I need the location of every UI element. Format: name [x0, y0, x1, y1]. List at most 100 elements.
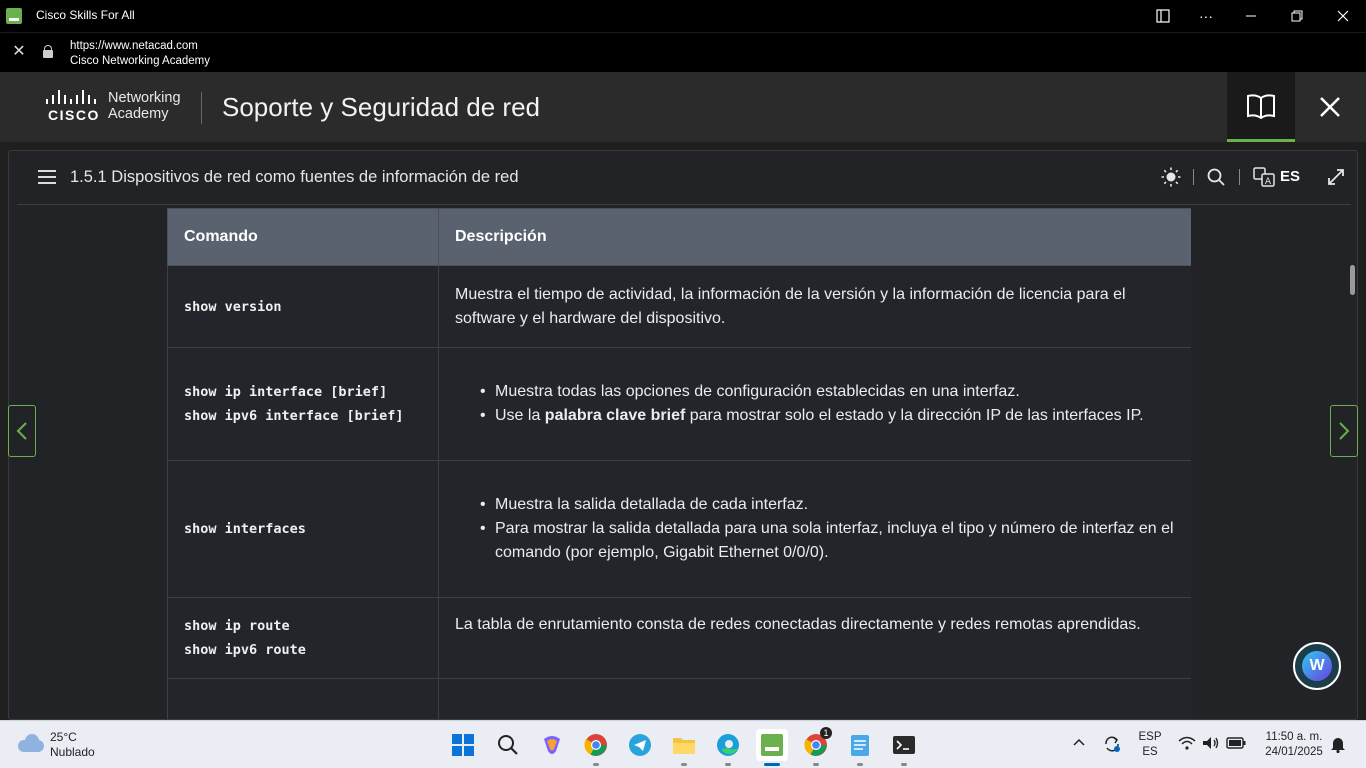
window-close-button[interactable]	[1320, 0, 1366, 32]
course-header: CISCO Networking Academy Soporte y Segur…	[0, 72, 1366, 142]
start-button[interactable]	[447, 729, 479, 761]
list-item: Para mostrar la salida detallada para un…	[480, 517, 1175, 565]
taskbar: 25°C Nublado 1 ESP ES 11:50 a. m. 24/01/…	[0, 720, 1366, 768]
edge-icon	[717, 734, 739, 756]
language-line-2: ES	[1142, 746, 1158, 758]
url-text[interactable]: https://www.netacad.com Cisco Networking…	[70, 39, 210, 69]
site-name: Cisco Networking Academy	[70, 55, 210, 67]
clock[interactable]: 11:50 a. m. 24/01/2025	[1256, 730, 1332, 760]
copilot-icon	[544, 736, 560, 754]
previous-page-button[interactable]	[8, 405, 36, 457]
cloud-icon[interactable]	[18, 734, 44, 752]
next-page-button[interactable]	[1330, 405, 1358, 457]
webex-icon: W	[1302, 651, 1332, 681]
window-title: Cisco Skills For All	[36, 8, 135, 22]
chrome-button[interactable]	[580, 729, 612, 766]
more-options-icon[interactable]: ···	[1183, 0, 1229, 32]
table-row: show ip route show ipv6 route La tabla d…	[167, 597, 1191, 679]
svg-text:A: A	[1265, 177, 1272, 187]
weather-widget[interactable]: 25°C Nublado	[50, 730, 95, 760]
notification-badge: 1	[820, 727, 832, 739]
description-text: Muestra el tiempo de actividad, la infor…	[455, 285, 1126, 327]
close-icon	[1320, 97, 1340, 117]
skills-for-all-button[interactable]	[756, 729, 788, 766]
url-bar: ✕ https://www.netacad.com Cisco Networki…	[0, 32, 1366, 72]
battery-icon[interactable]	[1226, 736, 1246, 755]
skills-for-all-icon	[761, 734, 783, 756]
description-cell: Muestra la salida detallada de cada inte…	[438, 460, 1191, 598]
chevron-left-icon	[16, 422, 27, 440]
table-row: show ip interface [brief] show ipv6 inte…	[167, 347, 1191, 461]
close-course-button[interactable]	[1300, 72, 1360, 142]
description-list: Muestra la salida detallada de cada inte…	[455, 493, 1175, 565]
volume-icon[interactable]	[1202, 736, 1220, 755]
cisco-logo[interactable]: CISCO	[44, 90, 104, 124]
description-text: La tabla de enrutamiento consta de redes…	[455, 616, 1141, 633]
terminal-button[interactable]	[888, 729, 920, 766]
toolbar-separator	[1239, 169, 1240, 185]
description-cell	[438, 678, 1191, 719]
translate-icon[interactable]: A	[1252, 165, 1276, 189]
language-selector[interactable]: ES	[1280, 168, 1300, 185]
list-item: Muestra todas las opciones de configurac…	[480, 380, 1175, 404]
book-icon	[1247, 93, 1275, 119]
weather-temperature: 25°C	[50, 730, 77, 744]
content-panel: 1.5.1 Dispositivos de red como fuentes d…	[8, 150, 1358, 720]
brand-line-1: Networking	[108, 90, 181, 106]
command-text: show ipv6 interface [brief]	[184, 408, 404, 424]
telegram-button[interactable]	[624, 729, 656, 761]
cisco-bars-icon	[46, 90, 96, 104]
telegram-icon	[629, 734, 651, 756]
weather-description: Nublado	[50, 745, 95, 759]
topic-bar: 1.5.1 Dispositivos de red como fuentes d…	[17, 151, 1351, 205]
edge-button[interactable]	[712, 729, 744, 766]
close-icon[interactable]: ✕	[10, 43, 28, 61]
theme-toggle-icon[interactable]	[1159, 165, 1183, 189]
chevron-up-icon	[1073, 738, 1085, 746]
terminal-icon	[893, 736, 915, 754]
language-line-1: ESP	[1138, 731, 1162, 743]
show-hidden-icons[interactable]	[1072, 737, 1086, 752]
table-row: show version Muestra el tiempo de activi…	[167, 265, 1191, 348]
cisco-wordmark: CISCO	[48, 107, 100, 123]
commands-table-wrapper: Comando Descripción show version Muestra…	[167, 208, 1191, 719]
search-icon[interactable]	[1205, 165, 1227, 189]
wifi-icon[interactable]	[1178, 736, 1196, 755]
chrome-profile-button[interactable]: 1	[800, 727, 832, 766]
keyword-text: palabra clave brief	[544, 407, 686, 424]
column-header-command: Comando	[167, 208, 439, 266]
input-language[interactable]: ESP ES	[1136, 730, 1164, 760]
url-address: https://www.netacad.com	[70, 40, 198, 52]
description-cell: Muestra todas las opciones de configurac…	[438, 347, 1191, 461]
command-text: show ip interface [brief]	[184, 384, 388, 400]
webex-button[interactable]: W	[1293, 642, 1341, 690]
book-button[interactable]	[1227, 72, 1295, 142]
restore-button[interactable]	[1274, 0, 1320, 32]
topic-title: 1.5.1 Dispositivos de red como fuentes d…	[70, 168, 519, 186]
table-header-row: Comando Descripción	[167, 208, 1191, 266]
description-cell: Muestra el tiempo de actividad, la infor…	[438, 265, 1191, 348]
command-text: show ipv6 route	[184, 642, 306, 658]
menu-icon[interactable]	[38, 170, 56, 184]
command-cell: show ip route show ipv6 route	[167, 597, 439, 679]
column-header-description: Descripción	[438, 208, 1191, 266]
minimize-button[interactable]	[1228, 0, 1274, 32]
command-cell: show interfaces	[167, 460, 439, 598]
copilot-button[interactable]	[536, 729, 568, 761]
course-title: Soporte y Seguridad de red	[222, 92, 540, 122]
brand-line-2: Academy	[108, 106, 169, 122]
description-cell: La tabla de enrutamiento consta de redes…	[438, 597, 1191, 679]
lock-icon[interactable]	[43, 45, 53, 58]
file-explorer-button[interactable]	[668, 729, 700, 766]
fullscreen-icon[interactable]	[1325, 165, 1347, 189]
notepad-button[interactable]	[844, 729, 876, 766]
list-item-text: Use la	[495, 407, 545, 424]
list-item-text: para mostrar solo el estado y la direcci…	[685, 407, 1144, 424]
app-options-icon[interactable]	[1140, 0, 1186, 32]
notification-bell-icon[interactable]	[1330, 735, 1346, 758]
sync-icon[interactable]	[1102, 734, 1122, 759]
list-item: Muestra la salida detallada de cada inte…	[480, 493, 1175, 517]
toolbar-separator	[1193, 169, 1194, 185]
scrollbar-thumb[interactable]	[1350, 265, 1355, 295]
taskbar-search-button[interactable]	[492, 729, 524, 761]
